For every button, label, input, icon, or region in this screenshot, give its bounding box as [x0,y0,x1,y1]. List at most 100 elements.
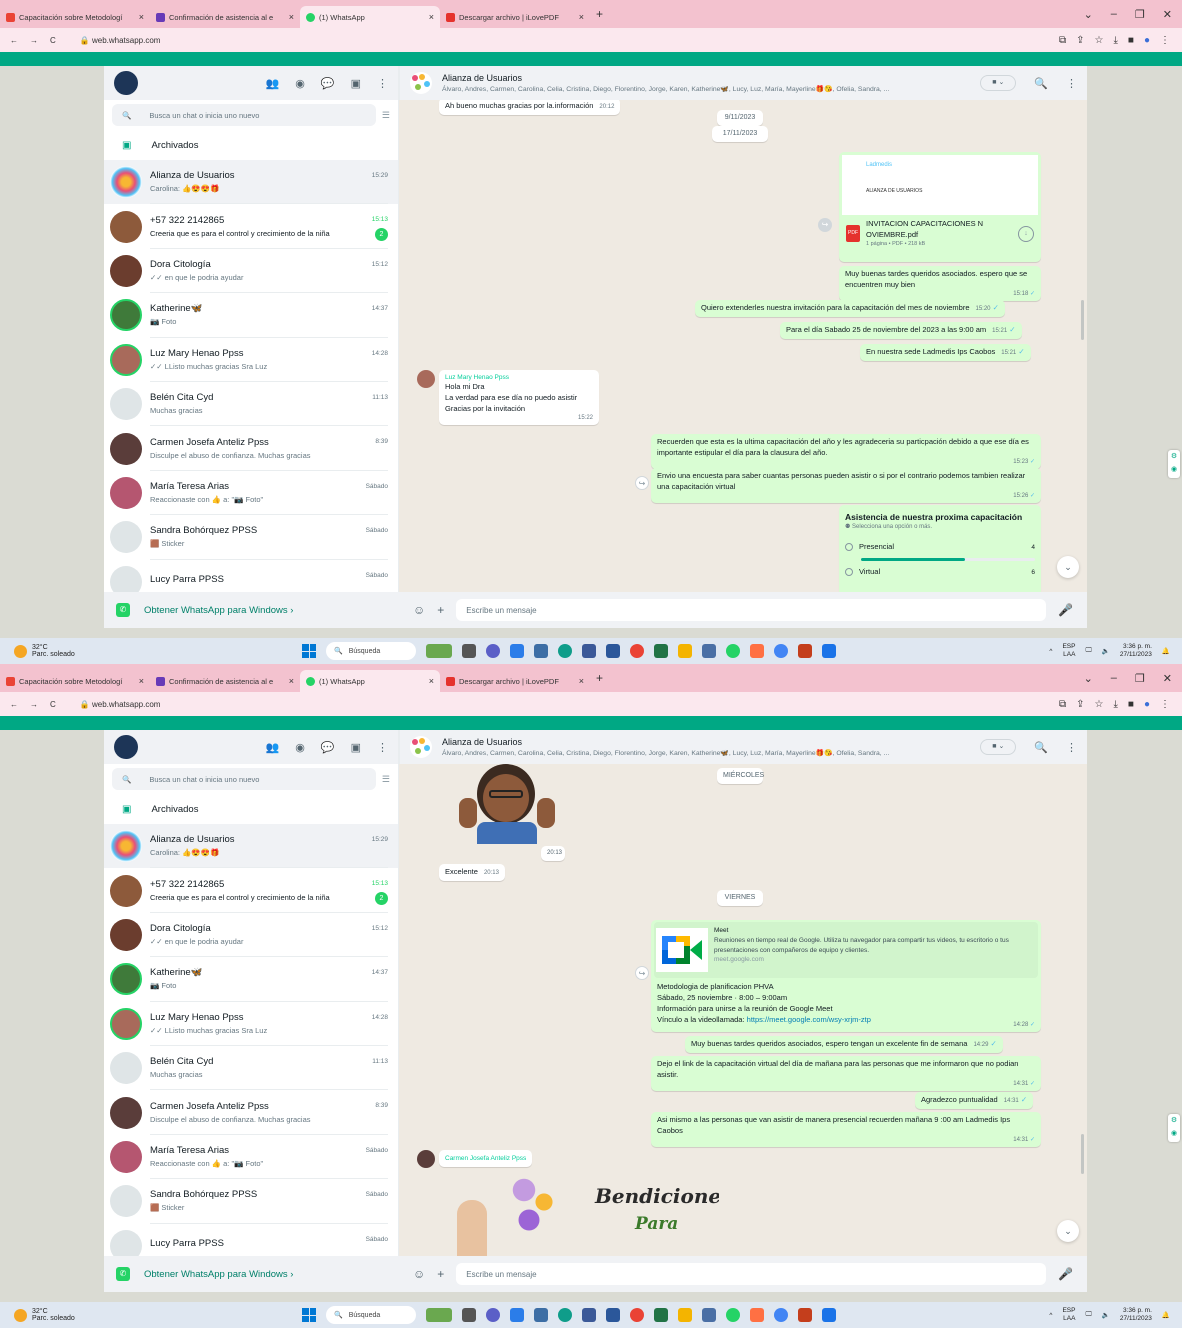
sidepanel-icon[interactable]: ■ [1128,35,1134,46]
chat-item[interactable]: Katherine🦋 📷 Foto 14:37 [104,957,398,1002]
weather-widget[interactable]: 32°C Parc. soleado [0,1308,75,1322]
browser-tab-4[interactable]: Descargar archivo | iLovePDF × [440,6,590,28]
attach-icon[interactable]: + [437,603,444,617]
profile-icon[interactable]: ● [1144,699,1150,710]
chat-item[interactable]: Dora Citología ✓✓ en que le podria ayudar… [104,913,398,958]
forward-icon[interactable]: → [30,36,38,45]
chat-item[interactable]: Carmen Josefa Anteliz Ppss Disculpe el ab… [104,1090,398,1135]
message-out[interactable]: Envio una encuesta para saber cuantas pe… [651,468,1041,503]
scrollbar[interactable] [1081,300,1084,340]
clock[interactable]: 3:36 p. m. 27/11/2023 [1120,643,1152,659]
browser-tab-4[interactable]: Descargar archivo | iLovePDF × [440,670,590,692]
excel-icon[interactable] [654,1308,668,1322]
message-out[interactable]: En nuestra sede Ladmedis Ips Caobos 15:21… [860,344,1031,361]
install-icon[interactable]: ⧉ [1059,699,1066,710]
browser-tab-2[interactable]: Confirmación de asistencia al e × [150,670,300,692]
browser-tab-1[interactable]: Capacitación sobre Metodologí × [0,6,150,28]
minimize-icon[interactable]: – [1111,672,1117,685]
message-input[interactable]: Escribe un mensaje [456,1263,1047,1285]
word-icon[interactable] [606,1308,620,1322]
new-tab-button[interactable]: + [596,671,603,685]
chat-icon[interactable] [486,644,500,658]
conversation-header[interactable]: Alianza de Usuarios Álvaro, Andres, Carme… [399,66,1087,100]
store-icon[interactable] [510,644,524,658]
browser-tab-3[interactable]: (1) WhatsApp × [300,670,440,692]
tab-list-icon[interactable]: ⌄ [1084,8,1093,21]
communities-icon[interactable]: 👥 [266,741,280,754]
star-icon[interactable]: ☆ [1095,35,1104,46]
volume-icon[interactable]: 🔈 [1102,647,1110,655]
forward-icon[interactable]: ↪ [635,966,649,980]
share-icon[interactable]: ⇪ [1076,35,1084,46]
menu-icon[interactable]: ⋮ [1066,77,1077,90]
archived-row[interactable]: ▣ Archivados [104,130,398,160]
close-icon[interactable]: × [289,676,294,686]
chevron-up-icon[interactable]: ^ [1049,1312,1052,1319]
edge-icon[interactable] [558,644,572,658]
url-field[interactable]: 🔒 web.whatsapp.com [80,700,161,709]
message-in[interactable]: Ah bueno muchas gracias por la.informaci… [439,100,621,115]
bell-icon[interactable]: 🔔 [1162,647,1170,655]
landscape-icon[interactable] [426,644,452,658]
close-window-icon[interactable]: ✕ [1163,8,1172,21]
close-icon[interactable]: × [429,12,434,22]
menu-icon[interactable]: ⋮ [1160,35,1170,46]
back-icon[interactable]: ← [10,700,18,709]
close-icon[interactable]: × [139,12,144,22]
folder-icon[interactable] [678,1308,692,1322]
clock[interactable]: 3:36 p. m. 27/11/2023 [1120,1307,1152,1323]
chat-item[interactable]: +57 322 2142865 Creeria que es para el co… [104,204,398,249]
message-in[interactable]: Luz Mary Henao Ppss Hola mi Dra La verda… [439,370,599,426]
taskbar-search[interactable]: 🔍 Búsqueda [326,642,416,660]
avatar[interactable] [114,735,138,759]
edge-icon[interactable] [558,1308,572,1322]
new-chat-icon[interactable]: ▣ [351,77,361,90]
scrollbar[interactable] [1081,1134,1084,1174]
link-preview-message[interactable]: Meet Reuniones en tiempo real de Google.… [651,920,1041,1032]
tab-list-icon[interactable]: ⌄ [1084,672,1093,685]
chat-icon[interactable] [486,1308,500,1322]
menu-icon[interactable]: ⋮ [1160,699,1170,710]
close-icon[interactable]: × [429,676,434,686]
search-input[interactable]: 🔍 Busca un chat o inicia uno nuevo [112,768,376,790]
chrome-profile-icon[interactable] [774,644,788,658]
emoji-icon[interactable]: ☺ [413,1267,425,1281]
install-icon[interactable]: ⧉ [1059,35,1066,46]
app-icon[interactable] [582,1308,596,1322]
landscape-icon[interactable] [426,1308,452,1322]
radio-button[interactable] [845,568,853,577]
message-input[interactable]: Escribe un mensaje [456,599,1047,621]
restore-icon[interactable]: ❐ [1135,8,1145,21]
volume-icon[interactable]: 🔈 [1102,1311,1110,1319]
chat-item[interactable]: Carmen Josefa Anteliz Ppss Disculpe el ab… [104,426,398,471]
close-icon[interactable]: × [579,12,584,22]
conversation-header[interactable]: Alianza de Usuarios Álvaro, Andres, Carme… [399,730,1087,764]
browser-tab-2[interactable]: Confirmación de asistencia al e × [150,6,300,28]
back-icon[interactable]: ← [10,36,18,45]
whatsapp-icon[interactable] [726,644,740,658]
side-extension-icon[interactable]: ⚙ ◉ [1168,450,1180,478]
minimize-icon[interactable]: – [1111,8,1117,21]
message-in[interactable]: Excelente 20:13 [439,864,505,881]
video-call-button[interactable]: ■ ⌄ [980,75,1017,91]
sticker-image[interactable] [455,764,559,844]
message-out[interactable]: Asi mismo a las personas que van asistir… [651,1112,1041,1147]
message-out[interactable]: Muy buenas tardes queridos asociados. es… [839,266,1041,301]
message-out[interactable]: Para el día Sabado 25 de noviembre del 2… [780,322,1022,339]
new-chat-icon[interactable]: ▣ [351,741,361,754]
search-icon[interactable]: 🔍 [1034,77,1048,90]
menu-icon[interactable]: ⋮ [377,741,388,754]
menu-icon[interactable]: ⋮ [377,77,388,90]
chat-item[interactable]: Alianza de Usuarios Carolina: 👍😍😍🎁 15:29 [104,160,398,205]
radio-button[interactable] [845,543,853,552]
app-icon[interactable] [582,644,596,658]
channels-icon[interactable]: 💬 [321,741,335,754]
chrome-icon[interactable] [630,1308,644,1322]
taskview-icon[interactable] [462,1308,476,1322]
message-out[interactable]: Quiero extenderles nuestra invitación pa… [695,300,1005,317]
download-icon[interactable]: ↓ [1018,225,1034,242]
chat-item[interactable]: María Teresa Arias Reaccionaste con 👍 a: … [104,471,398,516]
word-icon[interactable] [606,644,620,658]
status-icon[interactable]: ◉ [295,77,305,90]
close-icon[interactable]: × [289,12,294,22]
